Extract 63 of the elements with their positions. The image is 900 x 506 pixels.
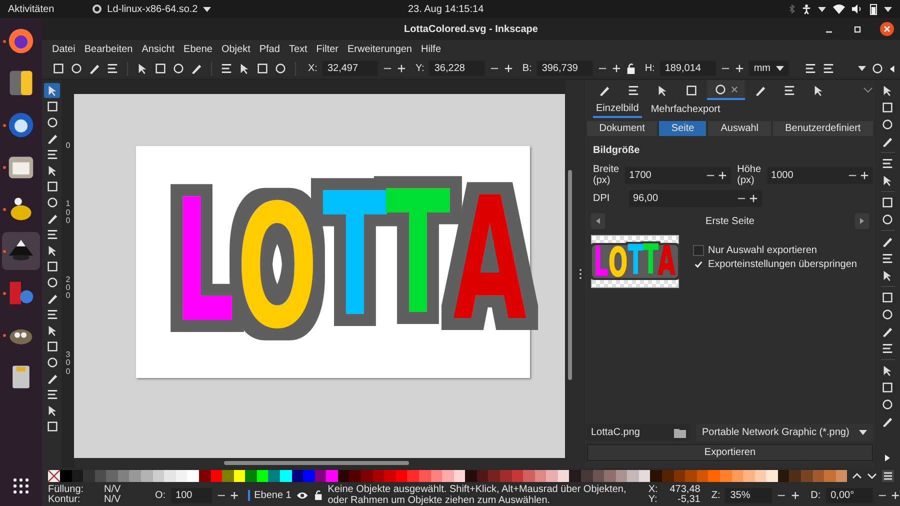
opacity-label: O: bbox=[155, 490, 166, 500]
ruler-label: 200 bbox=[64, 276, 72, 301]
zoom-field[interactable]: 35% bbox=[725, 488, 772, 502]
coordinate-field[interactable]: 36,228 bbox=[429, 61, 486, 76]
filename-field[interactable]: LottaC.png bbox=[587, 424, 690, 441]
ruler-label: 300 bbox=[64, 350, 72, 376]
menu-item[interactable]: Filter bbox=[316, 44, 339, 54]
cursor-label: X: bbox=[648, 484, 659, 495]
format-dropdown[interactable]: Portable Network Graphic (*.png) bbox=[696, 424, 873, 441]
coordinate-label: H: bbox=[644, 63, 655, 74]
area-toggle[interactable]: Seite bbox=[659, 121, 706, 136]
stroke-label: Kontur: bbox=[48, 495, 80, 506]
coordinate-field[interactable]: 189,014 bbox=[660, 61, 716, 76]
rotation-label: D: bbox=[810, 490, 821, 500]
area-toggle[interactable]: Dokument bbox=[587, 121, 658, 136]
cursor-value: -5,31 bbox=[676, 495, 700, 506]
menu-item[interactable]: Hilfe bbox=[421, 44, 442, 54]
unit-dropdown[interactable]: mm bbox=[748, 61, 790, 76]
field-label: Breite (px) bbox=[593, 164, 620, 186]
coordinate-label: B: bbox=[522, 63, 532, 74]
menu-item[interactable]: Datei bbox=[52, 44, 76, 54]
checkbox-label[interactable]: Nur Auswahl exportieren bbox=[708, 245, 817, 256]
opacity-field[interactable]: 100 bbox=[170, 488, 212, 502]
menu-item[interactable]: Ebene bbox=[184, 44, 212, 54]
cursor-value: 473,48 bbox=[668, 484, 700, 495]
menu-item[interactable]: Pfad bbox=[259, 44, 280, 54]
tab[interactable]: Einzelbild bbox=[593, 100, 642, 118]
coordinate-field[interactable]: 32,497 bbox=[322, 61, 378, 76]
field-label: DPI bbox=[593, 193, 611, 204]
coordinate-field[interactable]: 396,739 bbox=[536, 61, 593, 76]
stroke-value: N/V bbox=[104, 495, 122, 506]
menu-item[interactable]: Bearbeiten bbox=[84, 44, 133, 54]
field-label: Höhe (px) bbox=[737, 164, 762, 186]
zoom-label: Z: bbox=[711, 490, 720, 500]
activities-button[interactable]: Aktivitäten bbox=[8, 4, 84, 14]
status-message: Keine Objekte ausgewählt. Shift+Klick, Alt+Mausrad über Objekten, oder Rahmen um Objekte ziehen zum Auswählen. bbox=[328, 484, 628, 506]
tab[interactable]: Mehrfachexport bbox=[648, 102, 724, 116]
section-title: Bildgröße bbox=[593, 145, 641, 156]
ruler-label: 0 bbox=[64, 142, 72, 150]
menu-item[interactable]: Objekt bbox=[221, 44, 250, 54]
cursor-label: Y: bbox=[648, 495, 658, 506]
area-toggle[interactable]: Auswahl bbox=[708, 121, 771, 136]
area-toggle[interactable]: Benutzerdefiniert bbox=[772, 121, 873, 136]
number-field[interactable]: 1700 bbox=[625, 166, 732, 184]
menu-item[interactable]: Erweiterungen bbox=[348, 44, 412, 54]
coordinate-label: X: bbox=[308, 63, 318, 74]
fill-label: Füllung: bbox=[48, 484, 85, 494]
logo-lettering: LOTTA bbox=[592, 244, 678, 278]
number-field[interactable]: 96,00 bbox=[629, 190, 762, 207]
clock[interactable]: 23. Aug 14:15:14 bbox=[408, 4, 484, 14]
menu-item[interactable]: Text bbox=[288, 44, 308, 54]
rotation-field[interactable]: 0,00° bbox=[826, 488, 873, 502]
fill-value: N/V bbox=[104, 484, 122, 494]
layer-selector[interactable]: Ebene 1 bbox=[248, 490, 292, 500]
app-menu[interactable]: Ld-linux-x86-64.so.2 bbox=[92, 4, 211, 14]
checkbox-label[interactable]: Exporteinstellungen überspringen bbox=[708, 259, 857, 270]
ruler-label: 100 bbox=[64, 200, 72, 226]
export-button[interactable]: Exportieren bbox=[587, 444, 873, 461]
menu-item[interactable]: Ansicht bbox=[142, 44, 175, 54]
page-name: Erste Seite bbox=[704, 216, 756, 226]
coordinate-label: Y: bbox=[415, 63, 424, 74]
number-field[interactable]: 1000 bbox=[767, 166, 873, 184]
window-title: LottaColored.svg - Inkscape bbox=[404, 24, 538, 34]
